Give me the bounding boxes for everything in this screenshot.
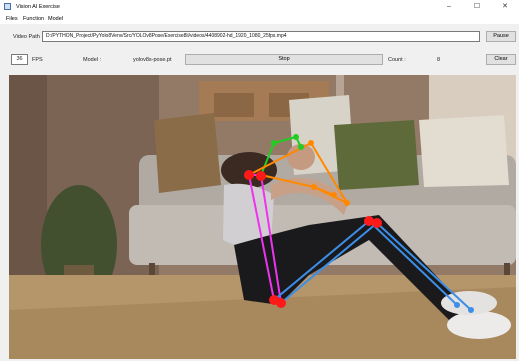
fps-value: 36 <box>11 54 28 65</box>
close-button[interactable]: ✕ <box>491 0 519 14</box>
model-label: Model : <box>83 57 102 63</box>
video-frame <box>9 75 516 359</box>
count-value: 8 <box>437 57 441 63</box>
video-path-label: Video Path <box>13 34 40 40</box>
menu-files[interactable]: Files <box>6 15 18 23</box>
window-title: Vision AI Exercise <box>16 4 60 10</box>
maximize-button[interactable]: ☐ <box>463 0 491 14</box>
menu-model[interactable]: Model <box>48 15 63 23</box>
video-path-input[interactable]: D:/PYTHON_Project/PyYolo8Venv/Src/YOLOv8… <box>42 31 480 42</box>
menu-function[interactable]: Function <box>23 15 44 23</box>
menu-bar <box>0 14 519 24</box>
stop-button[interactable]: Stop <box>185 54 383 65</box>
clear-button[interactable]: Clear <box>486 54 516 65</box>
minimize-button[interactable]: – <box>435 0 463 14</box>
model-value: yolov8s-pose.pt <box>133 57 172 63</box>
fps-label: FPS <box>32 57 43 63</box>
pause-button[interactable]: Pause <box>486 31 516 42</box>
app-icon <box>4 3 11 10</box>
count-label: Count : <box>388 57 406 63</box>
video-scene <box>9 75 516 359</box>
